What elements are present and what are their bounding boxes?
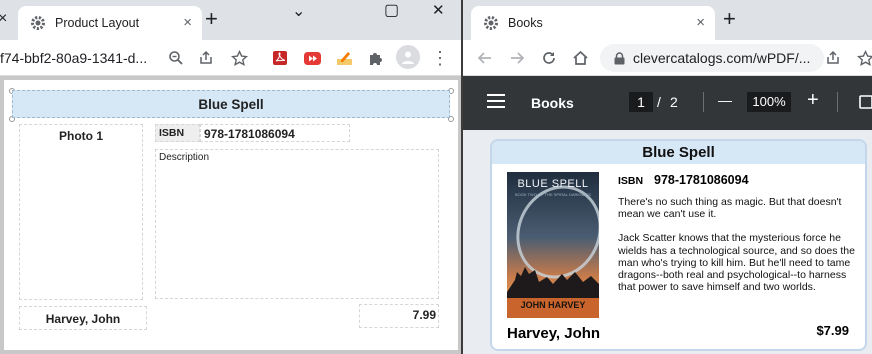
share-icon[interactable] bbox=[196, 48, 216, 68]
title-text: Blue Spell bbox=[198, 96, 264, 112]
new-tab-button[interactable]: + bbox=[205, 8, 218, 30]
pdf-viewport[interactable]: Blue Spell BLUE SPELL BOOK TWO OF THE SP… bbox=[463, 130, 872, 354]
right-tab-strip: Books × + bbox=[463, 0, 872, 40]
forward-arrow-icon[interactable] bbox=[507, 48, 527, 68]
share-icon[interactable] bbox=[823, 48, 843, 68]
book-author: Harvey, John bbox=[507, 325, 601, 342]
isbn-label-field[interactable]: ISBN bbox=[155, 124, 200, 142]
home-icon[interactable] bbox=[570, 48, 590, 68]
tab-close-icon[interactable]: × bbox=[696, 14, 705, 31]
prev-tab-close-icon[interactable]: × bbox=[0, 9, 7, 29]
layout-canvas: Blue Spell Photo 1 ISBN 978-1781086094 D… bbox=[4, 80, 458, 350]
book-cover-image: BLUE SPELL BOOK TWO OF THE SPIRAL DARKNE… bbox=[507, 172, 599, 318]
address-bar[interactable]: f74-bbf2-80a9-1341-d... bbox=[0, 44, 160, 72]
url-text: f74-bbf2-80a9-1341-d... bbox=[0, 50, 148, 66]
tab-close-icon[interactable]: × bbox=[183, 14, 192, 31]
left-browser-window: × Product Layout × + ⌄ ▢ ✕ f74-bbf2-80a9… bbox=[0, 0, 462, 354]
photo-label: Photo 1 bbox=[59, 129, 103, 143]
book-price: $7.99 bbox=[816, 323, 849, 338]
isbn-label: ISBN bbox=[159, 127, 185, 139]
book-title: Blue Spell bbox=[492, 141, 865, 164]
cover-author: JOHN HARVEY bbox=[520, 300, 586, 310]
toolbar-separator bbox=[837, 92, 838, 112]
zoom-level-input[interactable]: 100% bbox=[747, 92, 791, 112]
description-paragraph: Jack Scatter knows that the mysterious f… bbox=[618, 232, 855, 294]
book-card: Blue Spell BLUE SPELL BOOK TWO OF THE SP… bbox=[490, 139, 867, 351]
isbn-value: 978-1781086094 bbox=[654, 173, 749, 187]
price-field[interactable]: 7.99 bbox=[359, 304, 439, 328]
page-separator: / bbox=[657, 94, 661, 110]
window-close-icon[interactable]: ✕ bbox=[432, 1, 445, 21]
pdf-toolbar: Books 1 / 2 — 100% + bbox=[463, 76, 872, 130]
tab-title: Product Layout bbox=[55, 16, 140, 30]
menu-icon[interactable] bbox=[487, 94, 505, 113]
toolbar-separator bbox=[703, 92, 704, 112]
book-title-text: Blue Spell bbox=[642, 144, 715, 161]
extensions-puzzle-icon[interactable] bbox=[366, 48, 386, 68]
title-field[interactable]: Blue Spell bbox=[12, 90, 450, 118]
gear-icon bbox=[483, 15, 499, 31]
back-arrow-icon[interactable] bbox=[475, 48, 495, 68]
right-toolbar: clevercatalogs.com/wPDF/... bbox=[463, 40, 872, 76]
pdf-document-title: Books bbox=[531, 95, 574, 111]
isbn-value: 978-1781086094 bbox=[204, 127, 295, 141]
zoom-icon[interactable] bbox=[166, 48, 186, 68]
profile-avatar[interactable] bbox=[396, 45, 420, 69]
author-text: Harvey, John bbox=[45, 312, 121, 326]
tab-title: Books bbox=[508, 16, 543, 30]
address-bar[interactable]: clevercatalogs.com/wPDF/... bbox=[600, 44, 824, 72]
gear-icon bbox=[30, 15, 46, 31]
bookmark-star-icon[interactable] bbox=[855, 48, 872, 68]
isbn-value-field[interactable]: 978-1781086094 bbox=[200, 124, 350, 142]
left-toolbar: f74-bbf2-80a9-1341-d... ⋮ bbox=[0, 40, 462, 76]
minimize-icon[interactable]: ⌄ bbox=[292, 2, 305, 22]
new-tab-button[interactable]: + bbox=[723, 8, 736, 30]
pdf-page: Blue Spell BLUE SPELL BOOK TWO OF THE SP… bbox=[463, 130, 872, 354]
zoom-in-button[interactable]: + bbox=[807, 89, 819, 112]
page-number-input[interactable]: 1 bbox=[629, 92, 653, 112]
pdf-extension-icon[interactable] bbox=[270, 48, 290, 68]
left-tab-strip: × Product Layout × + ⌄ ▢ ✕ bbox=[0, 0, 462, 40]
photo-field[interactable]: Photo 1 bbox=[19, 124, 143, 300]
page-total: 2 bbox=[670, 94, 678, 110]
author-field[interactable]: Harvey, John bbox=[19, 306, 147, 330]
more-menu-icon[interactable]: ⋮ bbox=[430, 48, 450, 68]
bookmark-star-icon[interactable] bbox=[229, 48, 249, 68]
tab-books[interactable]: Books × bbox=[471, 6, 715, 40]
zoom-out-button[interactable]: — bbox=[718, 92, 732, 108]
video-extension-icon[interactable] bbox=[302, 48, 322, 68]
description-paragraph: There's no such thing as magic. But that… bbox=[618, 196, 842, 221]
tab-product-layout[interactable]: Product Layout × bbox=[18, 6, 202, 40]
layout-designer: Blue Spell Photo 1 ISBN 978-1781086094 D… bbox=[0, 76, 462, 354]
reload-icon[interactable] bbox=[539, 48, 559, 68]
cover-subtitle: BOOK TWO OF THE SPIRAL DARKNESS bbox=[515, 192, 591, 197]
lock-icon bbox=[614, 51, 625, 65]
price-text: 7.99 bbox=[412, 308, 436, 322]
right-browser-window: Books × + clevercatalogs.com/wPDF/... Bo… bbox=[463, 0, 872, 354]
url-text: clevercatalogs.com/wPDF/... bbox=[633, 50, 811, 66]
description-label: Description bbox=[159, 152, 210, 163]
maximize-icon[interactable]: ▢ bbox=[384, 1, 399, 21]
description-field[interactable]: Description bbox=[155, 149, 439, 299]
fit-page-icon[interactable] bbox=[859, 95, 872, 114]
edit-extension-icon[interactable] bbox=[334, 48, 354, 68]
isbn-label: ISBN bbox=[618, 175, 644, 187]
cover-title: BLUE SPELL bbox=[517, 178, 589, 190]
book-description: There's no such thing as magic. But that… bbox=[618, 196, 858, 293]
